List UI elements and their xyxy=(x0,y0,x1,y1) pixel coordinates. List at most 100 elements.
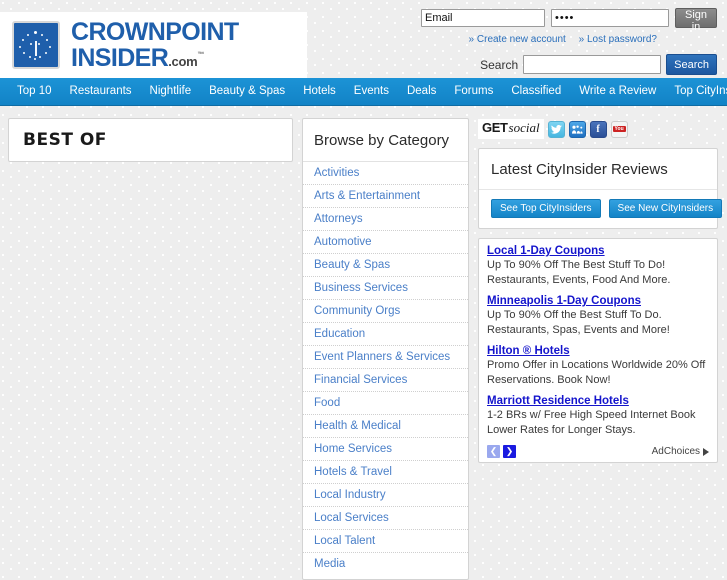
account-links: » Create new account » Lost password? xyxy=(427,34,717,45)
list-item: Community Orgs xyxy=(303,300,468,323)
list-item: Local Industry xyxy=(303,484,468,507)
nav-item-forums[interactable]: Forums xyxy=(445,78,502,105)
ad-description: Up To 90% Off the Best Stuff To Do. Rest… xyxy=(487,309,670,336)
list-item: Health & Medical xyxy=(303,415,468,438)
nav-item-restaurants[interactable]: Restaurants xyxy=(61,78,141,105)
search-button[interactable]: Search xyxy=(666,54,717,75)
crownpoint-fireworks-icon xyxy=(12,21,60,69)
get-social-social-text: social xyxy=(508,120,540,135)
create-new-account-link[interactable]: » Create new account xyxy=(469,34,566,45)
category-link-education[interactable]: Education xyxy=(303,323,468,345)
list-item: Attorneys xyxy=(303,208,468,231)
ad-description: 1-2 BRs w/ Free High Speed Internet Book… xyxy=(487,409,696,436)
password-field[interactable] xyxy=(551,9,669,27)
logo-line-crownpoint: CROWNPOINT xyxy=(71,17,239,46)
youtube-icon-label: You xyxy=(612,126,626,132)
logo-dotcom: .com xyxy=(168,53,198,69)
latest-reviews-heading: Latest CityInsider Reviews xyxy=(479,149,717,190)
see-new-cityinsiders-button[interactable]: See New CityInsiders xyxy=(608,199,723,218)
category-link-local-services[interactable]: Local Services xyxy=(303,507,468,529)
list-item: Automotive xyxy=(303,231,468,254)
browse-by-category-panel: Browse by Category Activities Arts & Ent… xyxy=(302,118,469,580)
list-item: Financial Services xyxy=(303,369,468,392)
list-item: Marriott Residence Hotels 1-2 BRs w/ Fre… xyxy=(487,395,709,438)
category-link-beauty-spas[interactable]: Beauty & Spas xyxy=(303,254,468,276)
category-link-attorneys[interactable]: Attorneys xyxy=(303,208,468,230)
login-row: Sign in xyxy=(421,8,717,33)
category-link-activities[interactable]: Activities xyxy=(303,162,468,184)
category-link-financial-services[interactable]: Financial Services xyxy=(303,369,468,391)
facebook-icon[interactable]: f xyxy=(589,120,607,138)
category-link-community-orgs[interactable]: Community Orgs xyxy=(303,300,468,322)
list-item: Arts & Entertainment xyxy=(303,185,468,208)
adchoices-link[interactable]: AdChoices xyxy=(652,446,709,457)
nav-item-classified[interactable]: Classified xyxy=(502,78,570,105)
nav-item-hotels[interactable]: Hotels xyxy=(294,78,345,105)
lost-password-link[interactable]: » Lost password? xyxy=(579,34,657,45)
category-link-health-medical[interactable]: Health & Medical xyxy=(303,415,468,437)
nav-item-events[interactable]: Events xyxy=(345,78,398,105)
list-item: Education xyxy=(303,323,468,346)
main-navigation: Top 10 Restaurants Nightlife Beauty & Sp… xyxy=(0,78,727,106)
category-link-media[interactable]: Media xyxy=(303,553,468,575)
list-item: Local 1-Day Coupons Up To 90% Off The Be… xyxy=(487,245,709,288)
ad-description: Promo Offer in Locations Worldwide 20% O… xyxy=(487,359,706,386)
ad-title-local-1-day-coupons[interactable]: Local 1-Day Coupons xyxy=(487,245,709,257)
category-link-local-industry[interactable]: Local Industry xyxy=(303,484,468,506)
sign-in-button[interactable]: Sign in xyxy=(675,8,717,33)
review-buttons: See Top CityInsiders See New CityInsider… xyxy=(479,190,723,218)
get-social-logo: GET social xyxy=(478,119,544,139)
account-area: Sign in » Create new account » Lost pass… xyxy=(421,8,717,75)
category-link-event-planners-services[interactable]: Event Planners & Services xyxy=(303,346,468,368)
page-header: CROWNPOINT INSIDER.com™ Sign in » Create… xyxy=(0,0,727,78)
category-heading: Browse by Category xyxy=(303,119,468,162)
list-item: Activities xyxy=(303,162,468,185)
ad-pagination: ❮ ❯ xyxy=(487,445,516,458)
category-link-arts-entertainment[interactable]: Arts & Entertainment xyxy=(303,185,468,207)
category-link-business-services[interactable]: Business Services xyxy=(303,277,468,299)
search-row: Search Search xyxy=(427,54,717,75)
youtube-icon[interactable]: You xyxy=(610,120,628,138)
myspace-icon[interactable] xyxy=(568,120,586,138)
get-social-bar: GET social f You xyxy=(478,118,718,140)
nav-item-beauty-spas[interactable]: Beauty & Spas xyxy=(200,78,294,105)
category-link-home-services[interactable]: Home Services xyxy=(303,438,468,460)
nav-item-write-a-review[interactable]: Write a Review xyxy=(570,78,665,105)
latest-reviews-panel: Latest CityInsider Reviews See Top CityI… xyxy=(478,148,723,229)
best-of-panel: BEST OF xyxy=(8,118,293,162)
nav-item-top-10[interactable]: Top 10 xyxy=(8,78,61,105)
twitter-icon[interactable] xyxy=(547,120,565,138)
search-input[interactable] xyxy=(523,55,662,74)
search-label: Search xyxy=(480,57,519,72)
best-of-title: BEST OF xyxy=(23,130,107,150)
right-sidebar: GET social f You Latest CityInsider Revi… xyxy=(478,118,723,463)
category-link-food[interactable]: Food xyxy=(303,392,468,414)
list-item: Media xyxy=(303,553,468,575)
category-link-local-talent[interactable]: Local Talent xyxy=(303,530,468,552)
list-item: Event Planners & Services xyxy=(303,346,468,369)
ad-footer: ❮ ❯ AdChoices xyxy=(487,445,709,458)
ad-title-hilton-hotels[interactable]: Hilton ® Hotels xyxy=(487,345,709,357)
list-item: Local Talent xyxy=(303,530,468,553)
list-item: Hotels & Travel xyxy=(303,461,468,484)
category-link-hotels-travel[interactable]: Hotels & Travel xyxy=(303,461,468,483)
nav-item-nightlife[interactable]: Nightlife xyxy=(141,78,201,105)
chevron-left-icon[interactable]: ❮ xyxy=(487,445,500,458)
ad-title-minneapolis-1-day-coupons[interactable]: Minneapolis 1-Day Coupons xyxy=(487,295,709,307)
list-item: Home Services xyxy=(303,438,468,461)
nav-item-top-cityinsiders[interactable]: Top CityInsiders xyxy=(665,78,727,105)
ad-title-marriott-residence-hotels[interactable]: Marriott Residence Hotels xyxy=(487,395,709,407)
email-field[interactable] xyxy=(421,9,545,27)
list-item: Minneapolis 1-Day Coupons Up To 90% Off … xyxy=(487,295,709,338)
site-logo[interactable]: CROWNPOINT INSIDER.com™ xyxy=(0,12,307,78)
get-social-get-text: GET xyxy=(482,120,508,135)
see-top-cityinsiders-button[interactable]: See Top CityInsiders xyxy=(491,199,601,218)
nav-item-deals[interactable]: Deals xyxy=(398,78,445,105)
advertisement-panel: Local 1-Day Coupons Up To 90% Off The Be… xyxy=(478,238,718,463)
category-link-automotive[interactable]: Automotive xyxy=(303,231,468,253)
ad-description: Up To 90% Off The Best Stuff To Do! Rest… xyxy=(487,259,671,286)
adchoices-triangle-icon xyxy=(703,447,709,456)
list-item: Business Services xyxy=(303,277,468,300)
list-item: Hilton ® Hotels Promo Offer in Locations… xyxy=(487,345,709,388)
chevron-right-icon[interactable]: ❯ xyxy=(503,445,516,458)
